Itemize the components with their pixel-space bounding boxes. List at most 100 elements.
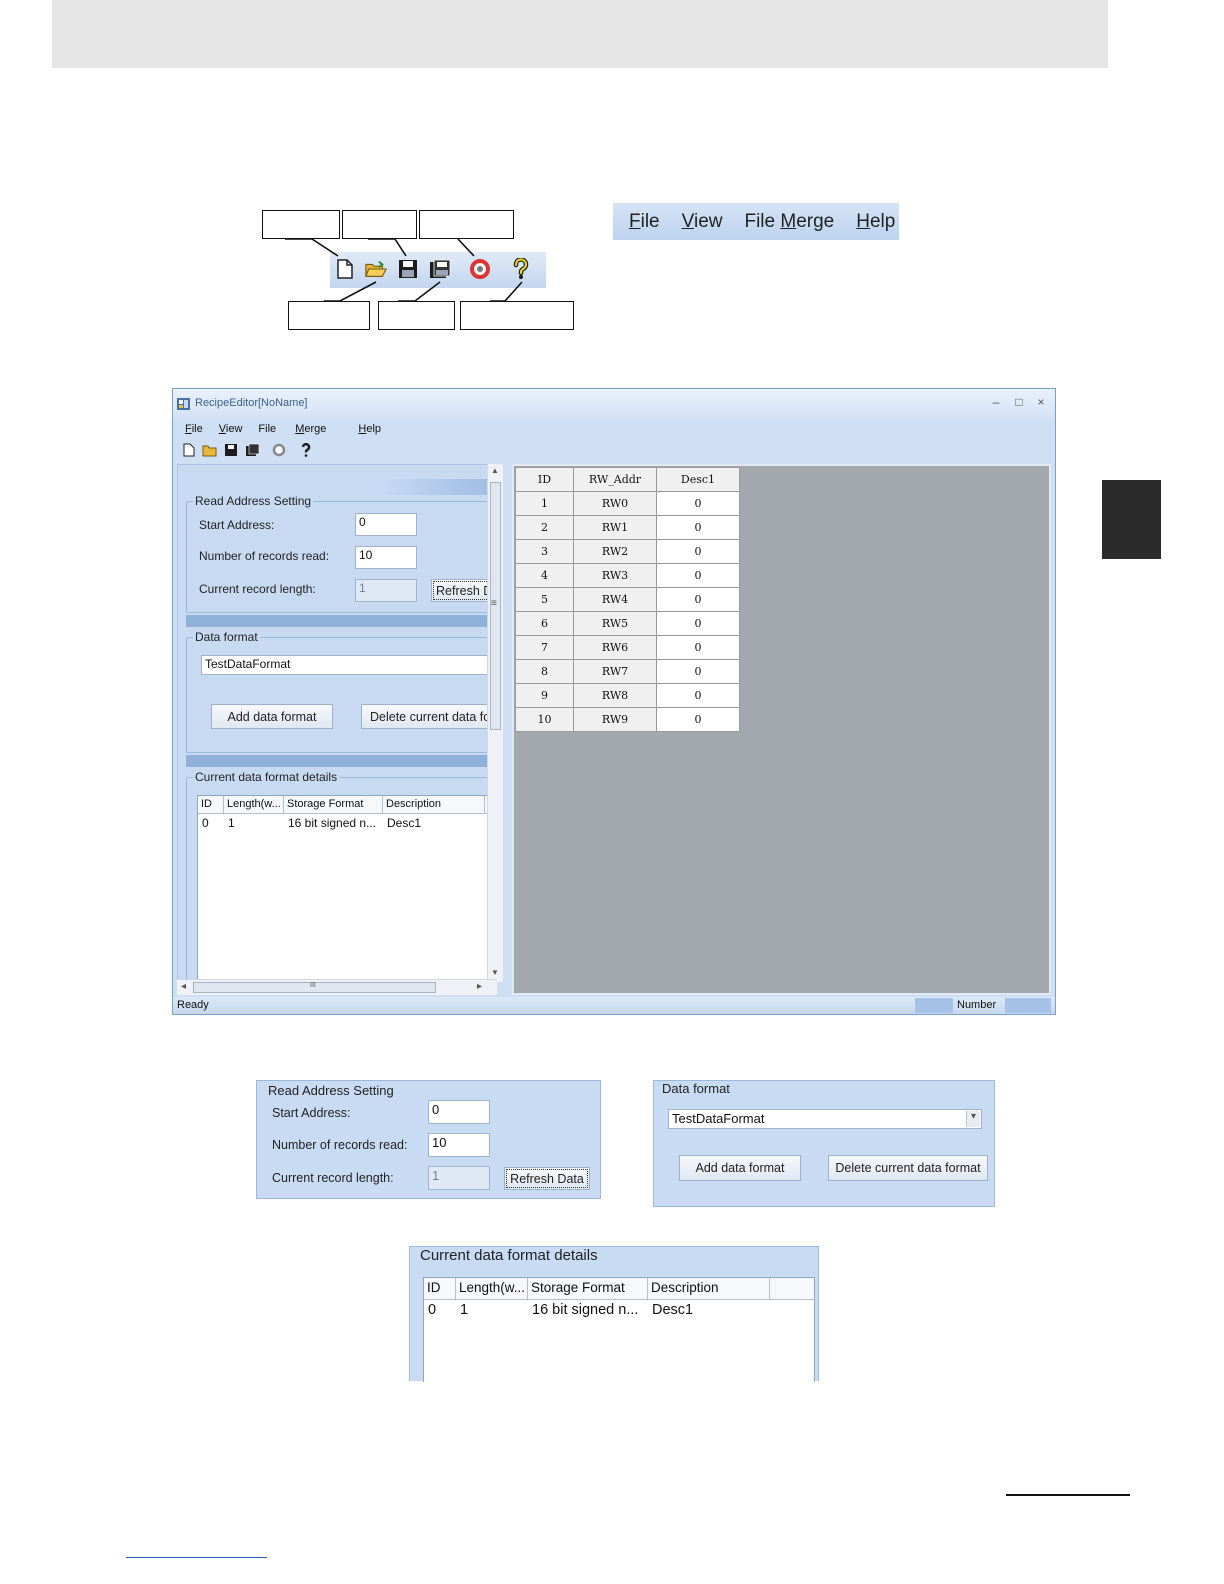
save-as-icon[interactable] [244,442,260,458]
grid-header-rw-addr[interactable]: RW_Addr [573,467,657,492]
help-icon[interactable] [298,442,314,458]
window-title: RecipeEditor[NoName] [195,397,308,409]
grid-cell-id: 1 [515,491,574,516]
column-storage-format[interactable]: Storage Format [528,1278,648,1299]
refresh-data-button[interactable]: Refresh Data [504,1167,590,1190]
grid-cell-value[interactable]: 0 [656,539,740,564]
status-number-text: Number [957,999,997,1011]
table-row[interactable]: 6 RW5 0 [515,611,740,636]
grid-header-row: ID RW_Addr Desc1 [515,467,740,492]
grid-cell-value[interactable]: 0 [656,659,740,684]
menu-bar: File View File Merge Help [173,419,1055,439]
menu-help[interactable]: Help [358,423,381,435]
records-read-input[interactable]: 10 [355,546,417,569]
scroll-left-icon[interactable]: ◂ [181,981,186,992]
column-length[interactable]: Length(w... [224,796,284,813]
new-file-icon[interactable] [181,442,197,458]
grid-cell-id: 5 [515,587,574,612]
grid-cell-value[interactable]: 0 [656,491,740,516]
table-row[interactable]: 4 RW3 0 [515,563,740,588]
grid-cell-value[interactable]: 0 [656,515,740,540]
cell-description: Desc1 [387,816,422,830]
menu-file-merge-zoom[interactable]: File Merge [744,211,834,233]
details-list[interactable]: ID Length(w... Storage Format Descriptio… [197,795,489,994]
maximize-button[interactable]: □ [1012,395,1026,409]
cell-length: 1 [228,816,235,830]
menu-file[interactable]: File [185,423,203,435]
data-format-select[interactable]: TestDataFormat [668,1109,982,1129]
chevron-down-icon[interactable]: ▾ [966,1111,980,1127]
cell-id: 0 [428,1302,437,1318]
table-row[interactable]: 9 RW8 0 [515,683,740,708]
column-length[interactable]: Length(w... [456,1278,528,1299]
details-list[interactable]: ID Length(w... Storage Format Descriptio… [423,1277,815,1382]
grid-cell-value[interactable]: 0 [656,563,740,588]
table-row[interactable]: 7 RW6 0 [515,635,740,660]
column-id[interactable]: ID [424,1278,456,1299]
menu-file-zoom[interactable]: File [629,211,660,233]
scroll-down-icon[interactable]: ▼ [491,968,499,977]
table-row[interactable]: 3 RW2 0 [515,539,740,564]
start-address-input[interactable]: 0 [428,1100,490,1124]
menu-file-merge[interactable]: File Merge [258,423,342,435]
start-address-input[interactable]: 0 [355,513,417,536]
open-folder-icon[interactable] [202,442,218,458]
grid-cell-id: 6 [515,611,574,636]
section-divider [186,755,490,767]
start-address-label: Start Address: [199,518,275,532]
record-length-input: 1 [428,1166,490,1190]
table-row[interactable]: 0 1 16 bit signed n... Desc1 [198,814,488,832]
delete-data-format-button[interactable]: Delete current data format [828,1155,988,1181]
table-row[interactable]: 8 RW7 0 [515,659,740,684]
delete-data-format-button[interactable]: Delete current data format [361,704,490,729]
refresh-data-button[interactable]: Refresh Data [431,579,490,602]
table-row[interactable]: 10 RW9 0 [515,707,740,732]
menu-view[interactable]: View [219,423,243,435]
horizontal-scrollbar[interactable]: ◂ III ▸ [177,979,497,995]
read-address-legend: Read Address Setting [193,494,314,508]
menu-view-zoom[interactable]: View [682,211,723,233]
grid-cell-value[interactable]: 0 [656,707,740,732]
chapter-tab [1102,480,1161,559]
table-row[interactable]: 2 RW1 0 [515,515,740,540]
start-address-label: Start Address: [272,1106,351,1120]
grid-cell-addr: RW3 [573,563,657,588]
grid-cell-value[interactable]: 0 [656,683,740,708]
add-data-format-button[interactable]: Add data format [679,1155,801,1181]
save-icon[interactable] [223,442,239,458]
column-description[interactable]: Description [648,1278,770,1299]
grid-header-desc1[interactable]: Desc1 [656,467,740,492]
column-storage-format[interactable]: Storage Format [284,796,383,813]
records-read-label: Number of records read: [272,1138,408,1152]
grid-cell-value[interactable]: 0 [656,611,740,636]
column-id[interactable]: ID [198,796,224,813]
close-button[interactable]: × [1034,395,1048,409]
grid-cell-addr: RW4 [573,587,657,612]
cell-storage-format: 16 bit signed n... [532,1302,639,1318]
records-read-input[interactable]: 10 [428,1133,490,1157]
connect-icon[interactable] [271,442,287,458]
vertical-scrollbar[interactable]: ▲ ≡ ▼ [487,464,503,982]
data-format-legend: Data format [660,1081,732,1096]
minimize-button[interactable]: – [989,395,1003,409]
menu-help-zoom[interactable]: Help [856,211,895,233]
status-bar: Ready Number [173,997,1055,1014]
recipe-editor-window: RecipeEditor[NoName] – □ × File View Fil… [172,388,1056,1015]
table-row[interactable]: 0 1 16 bit signed n... Desc1 [424,1300,814,1322]
recipe-data-grid[interactable]: ID RW_Addr Desc1 1 RW0 0 2 RW1 0 3 RW2 0 4 RW3 0… [515,467,740,732]
grid-cell-value[interactable]: 0 [656,635,740,660]
scroll-up-icon[interactable]: ▲ [491,466,499,475]
grid-cell-addr: RW5 [573,611,657,636]
footer-link-rule [126,1557,267,1558]
grid-header-id[interactable]: ID [515,467,574,492]
table-row[interactable]: 5 RW4 0 [515,587,740,612]
records-read-label: Number of records read: [199,549,330,563]
data-format-select[interactable]: TestDataFormat [201,655,490,675]
scroll-right-icon[interactable]: ▸ [477,981,482,992]
column-description[interactable]: Description [383,796,485,813]
grid-cell-value[interactable]: 0 [656,587,740,612]
app-icon [177,397,191,411]
table-row[interactable]: 1 RW0 0 [515,491,740,516]
add-data-format-button[interactable]: Add data format [211,704,333,729]
record-length-label: Current record length: [272,1171,394,1185]
